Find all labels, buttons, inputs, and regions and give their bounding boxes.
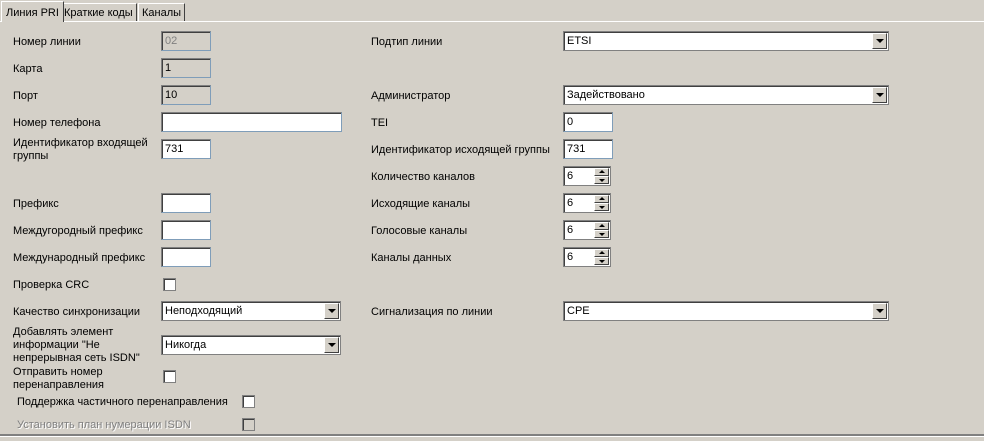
spin-down-icon: [599, 206, 605, 209]
outgoing-group-input[interactable]: 731: [563, 139, 613, 159]
admin-value: Задействовано: [567, 89, 645, 101]
isdn-numbering-checkbox: [242, 418, 255, 431]
sync-quality-dropdown-button[interactable]: [324, 303, 339, 319]
spin-up-icon: [599, 251, 605, 254]
voice-channels-value: 6: [567, 224, 574, 236]
sync-quality-value: Неподходящий: [165, 305, 243, 317]
tei-label: TEI: [371, 117, 389, 129]
isdn-numbering-label: Установить план нумерации ISDN: [17, 419, 191, 431]
chevron-down-icon: [876, 93, 884, 97]
national-prefix-input[interactable]: [161, 220, 211, 240]
tab-bar: Линия PRI Краткие коды Каналы: [0, 0, 984, 22]
voice-channels-spinner[interactable]: 6: [563, 220, 611, 240]
phone-input[interactable]: [161, 112, 342, 132]
incoming-group-label: Идентификатор входящей группы: [13, 137, 148, 162]
tab-pri-line[interactable]: Линия PRI: [1, 1, 64, 22]
spin-up-button[interactable]: [594, 195, 609, 203]
line-number-label: Номер линии: [13, 36, 81, 48]
channel-count-spinner[interactable]: 6: [563, 166, 611, 186]
spin-up-button[interactable]: [594, 249, 609, 257]
prefix-input[interactable]: [161, 193, 211, 213]
line-signaling-label: Сигнализация по линии: [371, 306, 493, 318]
tab-channels[interactable]: Каналы: [138, 3, 186, 21]
line-signaling-select[interactable]: CPE: [563, 301, 889, 321]
add-element-value: Никогда: [165, 339, 207, 351]
add-element-dropdown-button[interactable]: [324, 337, 339, 353]
outgoing-channels-spinner[interactable]: 6: [563, 193, 611, 213]
line-number-field: 02: [161, 31, 211, 51]
chevron-down-icon: [328, 343, 336, 347]
spin-up-icon: [599, 224, 605, 227]
send-redirect-checkbox[interactable]: [163, 370, 176, 383]
data-channels-spinner[interactable]: 6: [563, 247, 611, 267]
spin-down-button[interactable]: [594, 176, 609, 184]
prefix-label: Префикс: [13, 198, 59, 210]
line-subtype-dropdown-button[interactable]: [872, 33, 887, 49]
line-signaling-dropdown-button[interactable]: [872, 303, 887, 319]
admin-dropdown-button[interactable]: [872, 87, 887, 103]
port-field: 10: [161, 85, 211, 105]
spin-up-button[interactable]: [594, 222, 609, 230]
chevron-down-icon: [328, 309, 336, 313]
sync-quality-label: Качество синхронизации: [13, 306, 140, 318]
line-subtype-select[interactable]: ETSI: [563, 31, 889, 51]
line-signaling-value: CPE: [567, 305, 590, 317]
add-element-select[interactable]: Никогда: [161, 335, 341, 355]
card-field: 1: [161, 58, 211, 78]
sync-quality-select[interactable]: Неподходящий: [161, 301, 341, 321]
international-prefix-label: Международный префикс: [13, 252, 146, 264]
spin-up-icon: [599, 197, 605, 200]
channel-count-value: 6: [567, 170, 574, 182]
spin-down-button[interactable]: [594, 230, 609, 238]
spin-up-icon: [599, 170, 605, 173]
spin-down-button[interactable]: [594, 257, 609, 265]
spin-down-icon: [599, 260, 605, 263]
incoming-group-input[interactable]: 731: [161, 139, 211, 159]
phone-label: Номер телефона: [13, 117, 101, 129]
tab-short-codes[interactable]: Краткие коды: [60, 3, 137, 21]
chevron-down-icon: [876, 39, 884, 43]
tei-input[interactable]: 0: [563, 112, 613, 132]
outgoing-channels-label: Исходящие каналы: [371, 198, 471, 210]
outgoing-channels-value: 6: [567, 197, 574, 209]
spin-down-icon: [599, 179, 605, 182]
admin-select[interactable]: Задействовано: [563, 85, 889, 105]
port-label: Порт: [13, 90, 38, 102]
outgoing-group-label: Идентификатор исходящей группы: [371, 144, 550, 156]
crc-check-checkbox[interactable]: [163, 278, 176, 291]
voice-channels-label: Голосовые каналы: [371, 225, 468, 237]
national-prefix-label: Междугородный префикс: [13, 225, 143, 237]
partial-redirect-label: Поддержка частичного перенаправления: [17, 396, 228, 408]
line-subtype-value: ETSI: [567, 35, 592, 47]
crc-check-label: Проверка CRC: [13, 279, 90, 291]
international-prefix-input[interactable]: [161, 247, 211, 267]
channel-count-label: Количество каналов: [371, 171, 475, 183]
panel-bottom-border: [0, 434, 984, 437]
card-label: Карта: [13, 63, 43, 75]
line-subtype-label: Подтип линии: [371, 36, 443, 48]
partial-redirect-checkbox[interactable]: [242, 395, 255, 408]
send-redirect-label: Отправить номер перенаправления: [13, 366, 104, 391]
add-element-label: Добавлять элемент информации "Не непреры…: [13, 326, 140, 364]
chevron-down-icon: [876, 309, 884, 313]
data-channels-label: Каналы данных: [371, 252, 452, 264]
spin-down-button[interactable]: [594, 203, 609, 211]
spin-down-icon: [599, 233, 605, 236]
spin-up-button[interactable]: [594, 168, 609, 176]
admin-label: Администратор: [371, 90, 451, 102]
data-channels-value: 6: [567, 251, 574, 263]
